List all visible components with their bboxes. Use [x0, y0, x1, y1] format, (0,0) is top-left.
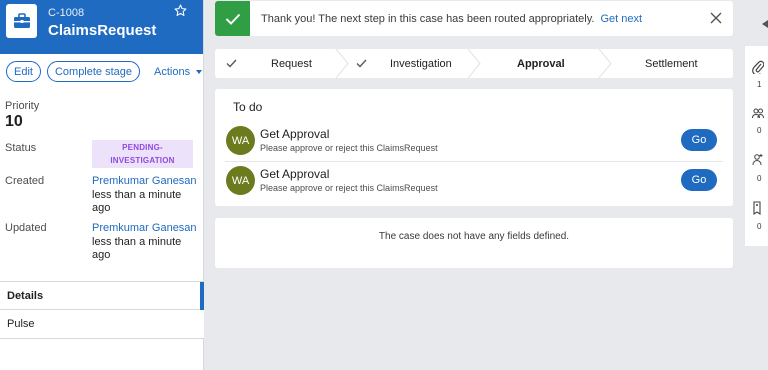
todo-item-subtitle: Please approve or reject this ClaimsRequ… [260, 183, 438, 193]
nav-item-pulse[interactable]: Pulse [0, 310, 204, 339]
chevron-right-icon [598, 49, 612, 78]
go-button[interactable]: Go [681, 169, 717, 191]
todo-item: WA Get Approval Please approve or reject… [225, 162, 723, 200]
tag-count: 0 [757, 222, 762, 231]
priority-label: Priority [5, 100, 40, 112]
stage-request[interactable]: Request [226, 49, 312, 78]
notification-message: Thank you! The next step in this case ha… [261, 13, 595, 25]
stage-label: Investigation [390, 57, 452, 70]
stage-bar: Request Investigation Approval Settlemen… [215, 49, 733, 78]
avatar: WA [226, 166, 255, 195]
todo-panel: To do WA Get Approval Please approve or … [215, 89, 733, 206]
stage-label: Request [271, 57, 312, 70]
case-id: C-1008 [48, 7, 85, 19]
active-indicator [200, 282, 204, 310]
updated-by-link[interactable]: Premkumar Ganesan [92, 222, 197, 234]
avatar: WA [226, 126, 255, 155]
todo-item-title: Get Approval [260, 127, 330, 141]
no-fields-message: The case does not have any fields define… [378, 231, 570, 242]
case-fields-panel: The case does not have any fields define… [215, 218, 733, 268]
close-icon[interactable] [710, 11, 722, 29]
nav-item-pulse-label: Pulse [7, 318, 35, 330]
case-header: C-1008 ClaimsRequest [0, 0, 203, 54]
created-by-link[interactable]: Premkumar Ganesan [92, 175, 197, 187]
actions-label: Actions [154, 65, 191, 78]
nav-item-details[interactable]: Details [0, 281, 204, 310]
updated-label: Updated [5, 222, 47, 234]
check-icon [356, 59, 367, 68]
updated-time: less than a minute ago [92, 236, 182, 261]
todo-item-title: Get Approval [260, 167, 330, 181]
success-notification: Thank you! The next step in this case ha… [215, 1, 733, 36]
complete-stage-button[interactable]: Complete stage [46, 61, 141, 82]
chevron-right-icon [467, 49, 481, 78]
actions-menu-button[interactable]: Actions [154, 65, 203, 78]
case-actions: Edit Complete stage Actions [6, 61, 203, 82]
stakeholder-icon[interactable] [752, 153, 764, 171]
stage-approval[interactable]: Approval [517, 49, 565, 78]
briefcase-icon [6, 4, 37, 38]
stage-label: Settlement [645, 57, 698, 70]
check-icon [226, 59, 237, 68]
todo-item-subtitle: Please approve or reject this ClaimsRequ… [260, 143, 438, 153]
stage-settlement[interactable]: Settlement [645, 49, 698, 78]
followers-icon[interactable] [752, 106, 764, 124]
utility-bar: 1 0 0 0 [745, 46, 768, 246]
created-time: less than a minute ago [92, 189, 182, 214]
nav-item-details-label: Details [7, 290, 44, 302]
attachment-count: 1 [757, 80, 762, 89]
collapse-arrow-icon[interactable] [762, 15, 768, 33]
followers-count: 0 [757, 126, 762, 135]
tag-icon[interactable] [752, 201, 762, 220]
notification-message-row: Thank you! The next step in this case ha… [261, 13, 642, 25]
case-title: ClaimsRequest [48, 22, 157, 39]
star-icon[interactable] [174, 4, 187, 20]
caret-down-icon [196, 69, 203, 74]
stakeholder-count: 0 [757, 174, 762, 183]
checkmark-icon [215, 1, 250, 36]
chevron-right-icon [335, 49, 349, 78]
priority-value: 10 [5, 113, 23, 130]
case-summary-panel: C-1008 ClaimsRequest Edit Complete stage… [0, 0, 204, 370]
status-label: Status [5, 142, 37, 154]
stage-investigation[interactable]: Investigation [356, 49, 452, 78]
todo-title: To do [233, 100, 263, 114]
paperclip-icon[interactable] [752, 60, 765, 79]
status-badge-line1: PENDING- [122, 143, 163, 152]
go-button[interactable]: Go [681, 129, 717, 151]
edit-button[interactable]: Edit [6, 61, 41, 82]
status-badge: PENDING- INVESTIGATION [92, 140, 193, 168]
status-badge-line2: INVESTIGATION [110, 156, 175, 165]
todo-item: WA Get Approval Please approve or reject… [225, 122, 723, 160]
stage-label: Approval [517, 57, 565, 70]
created-label: Created [5, 175, 45, 187]
get-next-link[interactable]: Get next [600, 13, 642, 25]
